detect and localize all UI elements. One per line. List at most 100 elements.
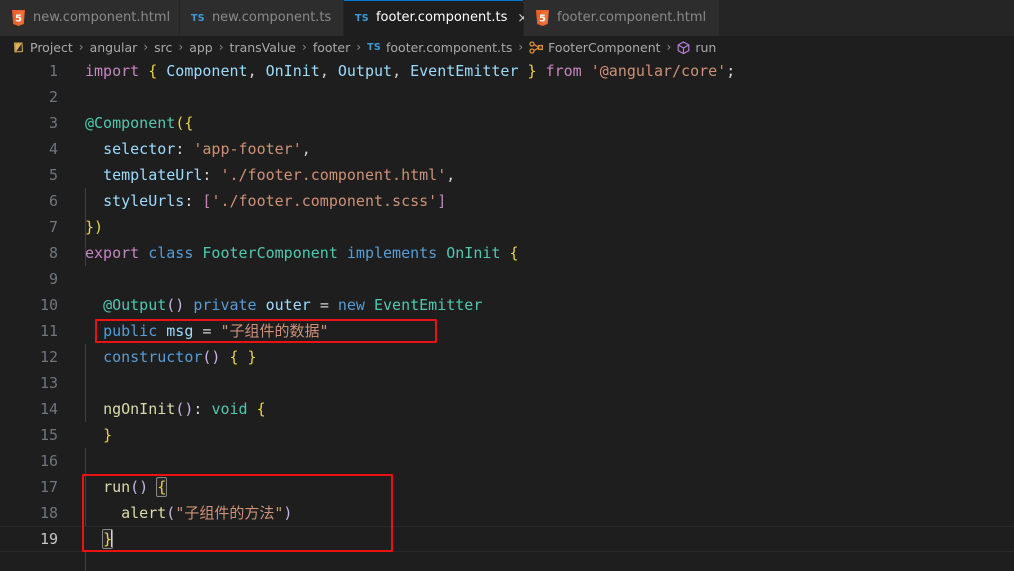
breadcrumb-separator: ›	[78, 40, 84, 54]
class-icon	[529, 40, 544, 54]
code-line[interactable]: 16	[0, 448, 1014, 474]
code-line-current[interactable]: 19 }	[0, 526, 1014, 552]
line-content: })	[58, 214, 1014, 240]
breadcrumb-separator: ›	[666, 40, 672, 54]
breadcrumb-item-project[interactable]: Project	[10, 40, 75, 55]
tab-label: footer.component.html	[557, 10, 707, 25]
line-content: @Component({	[58, 110, 1014, 136]
token-paren: ()	[166, 296, 185, 314]
code-line[interactable]: 11 public msg = "子组件的数据"	[0, 318, 1014, 344]
code-line[interactable]: 2	[0, 84, 1014, 110]
token-brace: {	[256, 400, 266, 418]
token-bracket: ]	[437, 192, 447, 210]
indent-guide	[85, 552, 86, 571]
code-line[interactable]: 6 styleUrls: ['./footer.component.scss']	[0, 188, 1014, 214]
method-icon	[677, 40, 690, 54]
breadcrumb-item-src[interactable]: src	[152, 40, 174, 55]
token-type: void	[211, 400, 248, 418]
breadcrumb-item-transvalue[interactable]: transValue	[228, 40, 298, 55]
breadcrumb-separator: ›	[178, 40, 184, 54]
token-string: "子组件的数据"	[220, 322, 329, 340]
vscode-editor-window: 5 new.component.html × TS new.component.…	[0, 0, 1014, 571]
token-colon: :	[193, 400, 203, 418]
html5-icon: 5	[11, 10, 26, 26]
line-number: 12	[39, 348, 58, 366]
line-number: 3	[48, 114, 58, 132]
token-keyword: private	[193, 296, 257, 314]
token-operator: =	[319, 296, 329, 314]
token-operator: =	[202, 322, 212, 340]
token-keyword: import	[85, 62, 140, 80]
breadcrumb-label: FooterComponent	[548, 39, 661, 55]
token-comma: ,	[319, 62, 329, 80]
tab-footer-component-html[interactable]: 5 footer.component.html ×	[524, 0, 720, 36]
breadcrumb-item-footer-component-ts[interactable]: TS footer.component.ts	[365, 40, 514, 55]
token-keyword: implements	[346, 244, 438, 262]
code-line[interactable]: 3 @Component({	[0, 110, 1014, 136]
token-brace: { }	[229, 348, 257, 366]
breadcrumb-item-app[interactable]: app	[187, 40, 215, 55]
line-number: 18	[39, 504, 58, 522]
code-line[interactable]: 17 run() {	[0, 474, 1014, 500]
tab-new-component-html[interactable]: 5 new.component.html ×	[0, 0, 180, 36]
breadcrumb-item-run[interactable]: run	[675, 40, 718, 55]
token-identifier: OnInit	[265, 62, 320, 80]
line-number: 9	[48, 270, 58, 288]
breadcrumb-item-footercomponent[interactable]: FooterComponent	[527, 40, 662, 55]
code-line[interactable]: 1 import { Component, OnInit, Output, Ev…	[0, 58, 1014, 84]
tab-label: new.component.ts	[211, 10, 332, 25]
code-line[interactable]: 12 constructor() { }	[0, 344, 1014, 370]
code-line[interactable]: 7 })	[0, 214, 1014, 240]
code-line[interactable]: 10 @Output() private outer = new EventEm…	[0, 292, 1014, 318]
code-line[interactable]: 5 templateUrl: './footer.component.html'…	[0, 162, 1014, 188]
typescript-icon: TS	[367, 41, 381, 53]
code-line[interactable]: 18 alert("子组件的方法")	[0, 500, 1014, 526]
line-content: }	[58, 422, 1014, 448]
token-colon: :	[175, 140, 185, 158]
code-line[interactable]: 14 ngOnInit(): void {	[0, 396, 1014, 422]
token-identifier: EventEmitter	[410, 62, 519, 80]
line-number: 14	[39, 400, 58, 418]
code-line[interactable]: 8 export class FooterComponent implement…	[0, 240, 1014, 266]
token-decorator: @Output	[103, 296, 167, 314]
line-content: templateUrl: './footer.component.html',	[58, 162, 1014, 188]
breadcrumb-label: run	[695, 39, 717, 55]
breadcrumb-separator: ›	[218, 40, 224, 54]
tab-bar-empty-space	[720, 0, 1014, 36]
breadcrumb-item-footer[interactable]: footer	[311, 40, 352, 55]
line-number: 15	[39, 426, 58, 444]
line-number: 6	[48, 192, 58, 210]
tab-label: footer.component.ts	[375, 10, 508, 25]
code-editor-surface[interactable]: 1 import { Component, OnInit, Output, Ev…	[0, 58, 1014, 571]
token-paren: )	[283, 504, 293, 522]
token-comma: ,	[392, 62, 402, 80]
token-bracket: })	[85, 218, 104, 236]
tab-new-component-ts[interactable]: TS new.component.ts ×	[180, 0, 344, 36]
line-number: 1	[48, 62, 58, 80]
token-paren: ()	[130, 478, 149, 496]
token-decorator: @Component	[85, 114, 176, 132]
token-property: styleUrls	[103, 192, 185, 210]
code-line[interactable]: 9	[0, 266, 1014, 292]
code-line[interactable]: 4 selector: 'app-footer',	[0, 136, 1014, 162]
token-method-name: run	[103, 478, 131, 496]
token-string: "子组件的方法"	[175, 504, 284, 522]
typescript-icon: TS	[191, 12, 205, 24]
token-brace: {	[148, 62, 158, 80]
token-string: 'app-footer'	[193, 140, 302, 158]
svg-text:5: 5	[539, 14, 546, 25]
token-property: templateUrl	[103, 166, 203, 184]
token-colon: :	[202, 166, 212, 184]
tab-footer-component-ts[interactable]: TS footer.component.ts ×	[344, 0, 528, 36]
token-keyword: class	[148, 244, 194, 262]
line-content: }	[58, 526, 1014, 552]
line-number: 5	[48, 166, 58, 184]
breadcrumb-label: footer	[312, 39, 351, 55]
token-keyword: from	[545, 62, 582, 80]
code-line[interactable]: 15 }	[0, 422, 1014, 448]
breadcrumb-item-angular[interactable]: angular	[88, 40, 140, 55]
token-function-name: alert	[121, 504, 167, 522]
code-line[interactable]: 13	[0, 370, 1014, 396]
token-brace-match: {	[156, 477, 168, 497]
token-colon: :	[184, 192, 194, 210]
